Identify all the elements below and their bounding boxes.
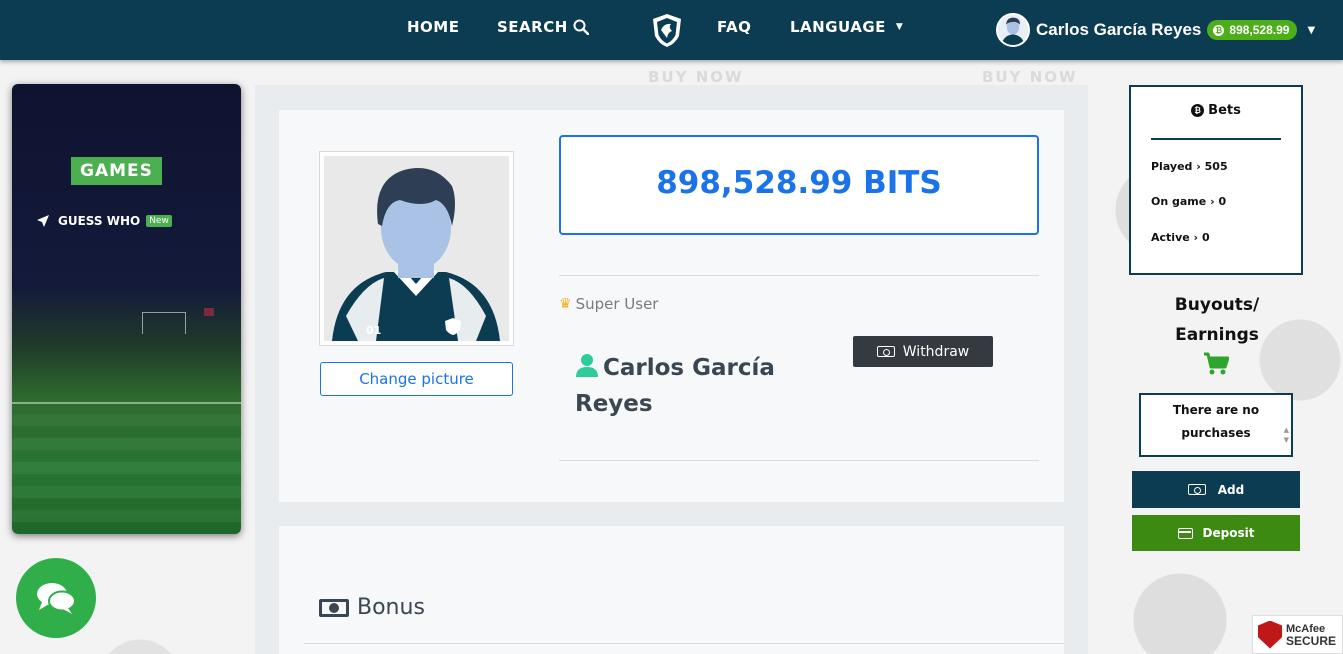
bets-stats-panel: ₿ Bets Played › 505 On game › 0 Active › … bbox=[1129, 85, 1303, 275]
bits-balance: 898,528.99 BITS bbox=[559, 135, 1039, 235]
chat-bubbles-icon bbox=[37, 583, 76, 614]
profile-name-text: Carlos García Reyes bbox=[575, 355, 775, 417]
divider bbox=[559, 460, 1039, 461]
crown-icon: ♛ bbox=[559, 296, 572, 312]
balance-value: 898,528.99 bbox=[1229, 23, 1290, 37]
game-label: GUESS WHO bbox=[58, 214, 141, 228]
games-card: GAMES GUESS WHO New bbox=[12, 84, 241, 534]
profile-picture: 01 bbox=[319, 151, 514, 346]
player-avatar-image: 01 bbox=[324, 156, 509, 341]
stat-value: 0 bbox=[1201, 231, 1210, 244]
search-icon bbox=[573, 19, 589, 35]
badge-line1: McAfee bbox=[1286, 622, 1326, 635]
stat-value: 0 bbox=[1218, 195, 1227, 208]
bets-title-text: Bets bbox=[1208, 103, 1241, 118]
user-icon bbox=[576, 354, 598, 377]
deposit-button[interactable]: Deposit bbox=[1132, 515, 1300, 551]
nav-faq-link[interactable]: FAQ bbox=[717, 18, 751, 36]
buyouts-line1: Buyouts/ bbox=[1174, 295, 1260, 315]
money-bill-icon bbox=[876, 346, 895, 357]
chat-button[interactable] bbox=[16, 558, 96, 638]
location-arrow-icon bbox=[37, 215, 49, 227]
stat-value: 505 bbox=[1204, 160, 1228, 173]
purchases-list[interactable]: There are no purchases ▲ ▼ bbox=[1139, 393, 1293, 457]
money-bill-icon bbox=[319, 598, 349, 617]
stadium-goal bbox=[142, 312, 186, 334]
game-link-guess-who[interactable]: GUESS WHO New bbox=[36, 214, 172, 228]
bitcoin-icon: ₿ bbox=[1191, 104, 1205, 117]
background-text: BUY NOW bbox=[648, 68, 744, 86]
buyouts-line2: Earnings bbox=[1175, 325, 1259, 345]
divider bbox=[559, 275, 1039, 276]
background-text: BUY NOW bbox=[982, 68, 1078, 86]
no-purchases-line1: There are no bbox=[1172, 403, 1260, 417]
withdraw-label: Withdraw bbox=[902, 343, 970, 360]
withdraw-button[interactable]: Withdraw bbox=[853, 336, 993, 367]
add-label: Add bbox=[1217, 482, 1245, 497]
nav-language-label: LANGUAGE bbox=[790, 18, 886, 36]
caret-down-icon: ▼ bbox=[895, 22, 904, 32]
divider bbox=[1151, 138, 1281, 140]
mcafee-secure-badge[interactable]: McAfee SECURE bbox=[1252, 615, 1343, 654]
field-stripes bbox=[12, 414, 241, 534]
badge-line2: SECURE bbox=[1286, 633, 1337, 648]
stat-on-game: On game › 0 bbox=[1151, 195, 1226, 208]
profile-name: Carlos García Reyes bbox=[575, 350, 815, 422]
user-role: ♛ Super User bbox=[559, 295, 658, 313]
buyouts-heading: Buyouts/ Earnings bbox=[1140, 290, 1294, 350]
bonus-heading: Bonus bbox=[319, 595, 425, 620]
money-bill-icon bbox=[1187, 484, 1206, 495]
balance-badge: ₿ 898,528.99 bbox=[1207, 20, 1298, 40]
role-label: Super User bbox=[575, 295, 659, 313]
new-badge: New bbox=[146, 215, 172, 227]
scroll-arrows-icon[interactable]: ▲ ▼ bbox=[1284, 425, 1289, 445]
bets-title: ₿ Bets bbox=[1131, 103, 1301, 118]
user-menu[interactable]: Carlos García Reyes ₿ 898,528.99 ▼ bbox=[996, 13, 1315, 47]
user-name: Carlos García Reyes bbox=[1036, 20, 1202, 39]
credit-card-icon bbox=[1177, 527, 1193, 539]
shield-logo-icon[interactable] bbox=[650, 12, 684, 48]
nav-search-link[interactable]: SEARCH bbox=[497, 18, 589, 36]
nav-language-dropdown[interactable]: LANGUAGE ▼ bbox=[790, 18, 903, 36]
jersey-number: 01 bbox=[366, 324, 381, 337]
stat-played: Played › 505 bbox=[1151, 160, 1228, 173]
stat-active: Active › 0 bbox=[1151, 231, 1210, 244]
change-picture-button[interactable]: Change picture bbox=[320, 362, 513, 396]
bonus-card bbox=[279, 526, 1064, 654]
avatar bbox=[996, 13, 1030, 47]
deposit-label: Deposit bbox=[1202, 526, 1255, 540]
add-button[interactable]: Add bbox=[1132, 471, 1300, 508]
chevron-right-icon: › bbox=[1193, 231, 1199, 244]
field-line bbox=[12, 402, 241, 404]
divider bbox=[304, 643, 1064, 644]
stadium-sign bbox=[204, 308, 214, 316]
mcafee-shield-icon bbox=[1258, 620, 1282, 649]
stat-label: On game bbox=[1151, 195, 1207, 208]
nav-search-label: SEARCH bbox=[497, 18, 568, 36]
shopping-cart-icon bbox=[1204, 352, 1229, 375]
chevron-right-icon: › bbox=[1196, 160, 1201, 173]
bitcoin-icon: ₿ bbox=[1213, 24, 1225, 36]
caret-down-icon: ▼ bbox=[1307, 24, 1316, 36]
top-navbar: HOME SEARCH FAQ LANGUAGE ▼ Carlos García… bbox=[0, 0, 1343, 60]
no-purchases-line2: purchases bbox=[1181, 426, 1251, 440]
stat-label: Played bbox=[1151, 160, 1193, 173]
nav-home-link[interactable]: HOME bbox=[407, 18, 459, 36]
bonus-title-text: Bonus bbox=[357, 595, 425, 620]
chevron-right-icon: › bbox=[1210, 195, 1215, 208]
stat-label: Active bbox=[1151, 231, 1190, 244]
games-badge: GAMES bbox=[71, 157, 162, 185]
